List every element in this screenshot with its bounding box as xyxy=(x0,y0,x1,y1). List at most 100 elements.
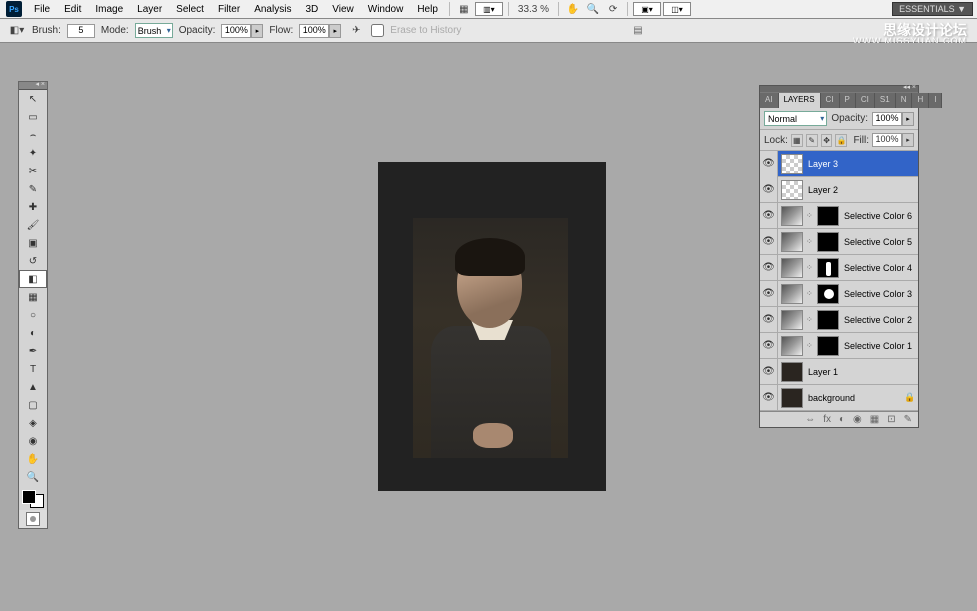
fill-input[interactable]: 100% xyxy=(872,133,902,147)
layer-name[interactable]: Selective Color 2 xyxy=(842,315,918,325)
menu-filter[interactable]: Filter xyxy=(212,2,246,17)
layer-row[interactable]: 👁⁘Selective Color 1 xyxy=(760,333,918,359)
visibility-toggle[interactable]: 👁 xyxy=(760,333,778,359)
layer-thumbnail[interactable] xyxy=(781,310,803,330)
screen-mode-dropdown[interactable]: ▣▾ xyxy=(633,2,661,16)
visibility-toggle[interactable]: 👁 xyxy=(760,177,778,203)
layer-name[interactable]: Layer 2 xyxy=(806,185,918,195)
lock-pixels-icon[interactable]: ✎ xyxy=(806,134,818,147)
panel-tab-h[interactable]: H xyxy=(912,93,929,108)
layer-row[interactable]: 👁⁘Selective Color 2 xyxy=(760,307,918,333)
layer-name[interactable]: Selective Color 1 xyxy=(842,341,918,351)
menu-image[interactable]: Image xyxy=(89,2,129,17)
erase-history-checkbox[interactable] xyxy=(371,24,384,37)
mode-select[interactable]: Brush xyxy=(135,23,173,38)
layer-name[interactable]: Selective Color 5 xyxy=(842,237,918,247)
layer-thumbnail[interactable] xyxy=(781,258,803,278)
eyedropper-tool[interactable]: ✎ xyxy=(19,180,47,198)
foreground-color[interactable] xyxy=(22,490,36,504)
eraser-tool[interactable]: ◧ xyxy=(19,270,47,288)
type-tool[interactable]: T xyxy=(19,360,47,378)
lock-transparency-icon[interactable]: ▦ xyxy=(791,134,803,147)
mask-thumbnail[interactable] xyxy=(817,310,839,330)
launch-bridge-icon[interactable]: ▦ xyxy=(455,2,473,16)
arrange-docs-dropdown[interactable]: ▥▾ xyxy=(475,2,503,16)
eraser-preset-icon[interactable]: ◧▾ xyxy=(8,24,26,38)
layer-row[interactable]: 👁⁘Selective Color 3 xyxy=(760,281,918,307)
layer-thumbnail[interactable] xyxy=(781,232,803,252)
menu-analysis[interactable]: Analysis xyxy=(248,2,297,17)
gradient-tool[interactable]: ▦ xyxy=(19,288,47,306)
panel-tab-i[interactable]: I xyxy=(929,93,942,108)
layer-name[interactable]: Selective Color 4 xyxy=(842,263,918,273)
layer-thumbnail[interactable] xyxy=(781,336,803,356)
layer-thumbnail[interactable] xyxy=(781,154,803,174)
move-tool[interactable]: ↖ xyxy=(19,90,47,108)
brush-size-input[interactable]: 5 xyxy=(67,24,95,38)
rotate-icon[interactable]: ⟳ xyxy=(604,2,622,16)
layer-row[interactable]: 👁⁘Selective Color 6 xyxy=(760,203,918,229)
layer-thumbnail[interactable] xyxy=(781,362,803,382)
layer-group-icon[interactable]: ▦ xyxy=(870,414,879,425)
layer-thumbnail[interactable] xyxy=(781,180,803,200)
mask-thumbnail[interactable] xyxy=(817,232,839,252)
menu-edit[interactable]: Edit xyxy=(58,2,87,17)
layer-thumbnail[interactable] xyxy=(781,388,803,408)
layer-row[interactable]: 👁⁘Selective Color 5 xyxy=(760,229,918,255)
layer-fx-icon[interactable]: fx xyxy=(823,414,831,425)
zoom-icon[interactable]: 🔍 xyxy=(584,2,602,16)
mask-thumbnail[interactable] xyxy=(817,206,839,226)
dodge-tool[interactable]: ◐ xyxy=(19,324,47,342)
layer-row[interactable]: 👁Layer 3 xyxy=(760,151,918,177)
layer-row[interactable]: 👁Layer 1 xyxy=(760,359,918,385)
visibility-toggle[interactable]: 👁 xyxy=(760,151,778,177)
lock-all-icon[interactable]: 🔒 xyxy=(835,134,847,147)
healing-brush-tool[interactable]: ✚ xyxy=(19,198,47,216)
visibility-toggle[interactable]: 👁 xyxy=(760,203,778,229)
3d-camera-tool[interactable]: ◉ xyxy=(19,432,47,450)
visibility-toggle[interactable]: 👁 xyxy=(760,307,778,333)
menu-window[interactable]: Window xyxy=(362,2,410,17)
blend-mode-select[interactable]: Normal xyxy=(764,111,827,126)
document-canvas[interactable] xyxy=(378,162,606,491)
panel-drag-bar[interactable] xyxy=(760,86,918,92)
palette-header[interactable] xyxy=(19,82,47,90)
visibility-toggle[interactable]: 👁 xyxy=(760,255,778,281)
panel-tab-ci[interactable]: CI xyxy=(856,93,875,108)
menu-select[interactable]: Select xyxy=(170,2,210,17)
blur-tool[interactable]: ○ xyxy=(19,306,47,324)
menu-3d[interactable]: 3D xyxy=(299,2,324,17)
panel-tab-n[interactable]: N xyxy=(896,93,913,108)
lock-position-icon[interactable]: ✥ xyxy=(821,134,833,147)
layer-opacity-flyout[interactable]: ▸ xyxy=(902,112,914,126)
color-swatch[interactable] xyxy=(19,488,47,510)
panel-tab-ai[interactable]: AI xyxy=(760,93,779,108)
path-selection-tool[interactable]: ▲ xyxy=(19,378,47,396)
flow-input[interactable]: 100% xyxy=(299,24,329,38)
3d-tool[interactable]: ◈ xyxy=(19,414,47,432)
layer-thumbnail[interactable] xyxy=(781,284,803,304)
airbrush-icon[interactable]: ✈ xyxy=(347,24,365,38)
zoom-tool[interactable]: 🔍 xyxy=(19,468,47,486)
new-layer-icon[interactable]: ⊡ xyxy=(887,414,895,425)
mask-thumbnail[interactable] xyxy=(817,336,839,356)
flow-flyout[interactable]: ▸ xyxy=(329,24,341,38)
marquee-tool[interactable]: ▭ xyxy=(19,108,47,126)
hand-icon[interactable]: ✋ xyxy=(564,2,582,16)
layer-row[interactable]: 👁background🔒 xyxy=(760,385,918,411)
layer-name[interactable]: Selective Color 6 xyxy=(842,211,918,221)
layer-name[interactable]: Selective Color 3 xyxy=(842,289,918,299)
hand-tool[interactable]: ✋ xyxy=(19,450,47,468)
link-layers-icon[interactable]: ⇔ xyxy=(805,414,815,425)
lasso-tool[interactable]: ⌢ xyxy=(19,126,47,144)
zoom-level[interactable]: 33.3 % xyxy=(514,4,553,15)
magic-wand-tool[interactable]: ✦ xyxy=(19,144,47,162)
mask-thumbnail[interactable] xyxy=(817,258,839,278)
layer-thumbnail[interactable] xyxy=(781,206,803,226)
adjustment-layer-icon[interactable]: ◉ xyxy=(853,414,862,425)
panel-tab-ci[interactable]: CI xyxy=(821,93,840,108)
layer-name[interactable]: Layer 1 xyxy=(806,367,918,377)
crop-tool[interactable]: ✂ xyxy=(19,162,47,180)
fill-flyout[interactable]: ▸ xyxy=(902,133,914,147)
extras-dropdown[interactable]: ◫▾ xyxy=(663,2,691,16)
